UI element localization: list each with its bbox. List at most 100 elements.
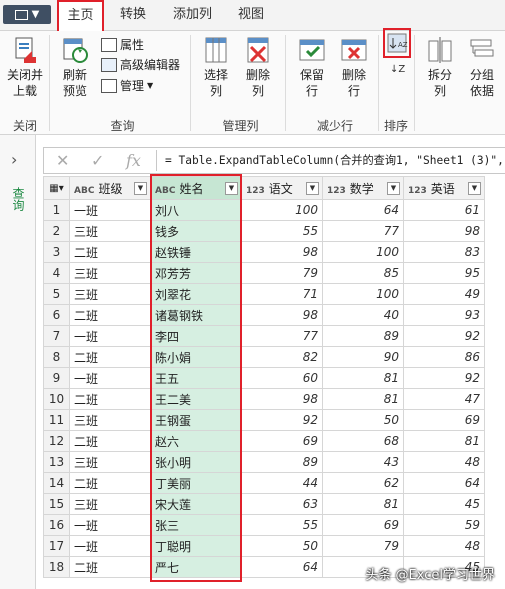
cell-class[interactable]: 一班 xyxy=(69,367,151,389)
cell-math[interactable]: 77 xyxy=(322,220,404,242)
table-row[interactable]: 13 三班 张小明 89 43 48 xyxy=(43,451,485,473)
cell-chinese[interactable]: 69 xyxy=(241,430,323,452)
row-number[interactable]: 9 xyxy=(43,367,70,389)
remove-rows-button[interactable]: 删除 行 xyxy=(334,35,374,99)
cell-name[interactable]: 宋大莲 xyxy=(150,493,242,515)
queries-pane-label[interactable]: 查询 xyxy=(10,187,27,211)
cell-math[interactable]: 89 xyxy=(322,325,404,347)
cell-english[interactable]: 45 xyxy=(403,493,485,515)
cell-name[interactable]: 王二美 xyxy=(150,388,242,410)
table-row[interactable]: 14 二班 丁美丽 44 62 64 xyxy=(43,472,485,494)
group-by-button[interactable]: 分组 依据 xyxy=(462,35,502,99)
cell-chinese[interactable]: 44 xyxy=(241,472,323,494)
table-row[interactable]: 2 三班 钱多 55 77 98 xyxy=(43,220,485,242)
cell-english[interactable]: 69 xyxy=(403,409,485,431)
table-row[interactable]: 5 三班 刘翠花 71 100 49 xyxy=(43,283,485,305)
cell-math[interactable]: 50 xyxy=(322,409,404,431)
table-row[interactable]: 12 二班 赵六 69 68 81 xyxy=(43,430,485,452)
cell-math[interactable]: 81 xyxy=(322,388,404,410)
cell-name[interactable]: 王钢蛋 xyxy=(150,409,242,431)
cell-math[interactable]: 64 xyxy=(322,199,404,221)
table-row[interactable]: 15 三班 宋大莲 63 81 45 xyxy=(43,493,485,515)
cell-class[interactable]: 三班 xyxy=(69,451,151,473)
row-number[interactable]: 12 xyxy=(43,430,70,452)
cell-chinese[interactable]: 92 xyxy=(241,409,323,431)
table-row[interactable]: 10 二班 王二美 98 81 47 xyxy=(43,388,485,410)
cell-english[interactable]: 92 xyxy=(403,325,485,347)
cell-name[interactable]: 诸葛钢铁 xyxy=(150,304,242,326)
cell-class[interactable]: 一班 xyxy=(69,535,151,557)
cell-math[interactable]: 85 xyxy=(322,262,404,284)
filter-dropdown-icon[interactable]: ▼ xyxy=(134,182,147,195)
cell-chinese[interactable]: 77 xyxy=(241,325,323,347)
cell-chinese[interactable]: 79 xyxy=(241,262,323,284)
row-number[interactable]: 6 xyxy=(43,304,70,326)
cell-name[interactable]: 钱多 xyxy=(150,220,242,242)
cell-class[interactable]: 三班 xyxy=(69,220,151,242)
tab-view[interactable]: 视图 xyxy=(230,0,272,30)
cell-class[interactable]: 一班 xyxy=(69,325,151,347)
row-number[interactable]: 15 xyxy=(43,493,70,515)
column-header-chinese[interactable]: 123 语文 ▼ xyxy=(241,176,323,200)
cell-chinese[interactable]: 82 xyxy=(241,346,323,368)
cell-chinese[interactable]: 98 xyxy=(241,388,323,410)
cell-name[interactable]: 赵六 xyxy=(150,430,242,452)
row-number[interactable]: 16 xyxy=(43,514,70,536)
cell-math[interactable]: 40 xyxy=(322,304,404,326)
cell-math[interactable]: 81 xyxy=(322,367,404,389)
row-number[interactable]: 5 xyxy=(43,283,70,305)
table-row[interactable]: 4 三班 邓芳芳 79 85 95 xyxy=(43,262,485,284)
row-number[interactable]: 18 xyxy=(43,556,70,578)
column-header-english[interactable]: 123 英语 ▼ xyxy=(403,176,485,200)
refresh-preview-button[interactable]: 刷新 预览 xyxy=(55,35,95,99)
cell-english[interactable]: 81 xyxy=(403,430,485,452)
cell-name[interactable]: 张小明 xyxy=(150,451,242,473)
tab-add-column[interactable]: 添加列 xyxy=(165,0,220,30)
table-row[interactable]: 17 一班 丁聪明 50 79 48 xyxy=(43,535,485,557)
cell-english[interactable]: 98 xyxy=(403,220,485,242)
sort-ascending-button[interactable]: AZ xyxy=(383,28,411,58)
row-number[interactable]: 11 xyxy=(43,409,70,431)
cell-english[interactable]: 83 xyxy=(403,241,485,263)
confirm-formula-icon[interactable]: ✓ xyxy=(91,151,104,170)
cell-math[interactable]: 68 xyxy=(322,430,404,452)
cell-chinese[interactable]: 98 xyxy=(241,304,323,326)
cell-math[interactable]: 79 xyxy=(322,535,404,557)
cell-name[interactable]: 刘八 xyxy=(150,199,242,221)
table-row[interactable]: 3 二班 赵铁锤 98 100 83 xyxy=(43,241,485,263)
cell-english[interactable]: 59 xyxy=(403,514,485,536)
sort-descending-button[interactable]: ↓Z xyxy=(390,61,405,79)
remove-columns-button[interactable]: 删除 列 xyxy=(238,35,278,99)
cell-chinese[interactable]: 60 xyxy=(241,367,323,389)
cell-name[interactable]: 李四 xyxy=(150,325,242,347)
manage-button[interactable]: 管理 ▼ xyxy=(101,77,153,95)
cell-name[interactable]: 丁聪明 xyxy=(150,535,242,557)
cell-english[interactable]: 47 xyxy=(403,388,485,410)
cell-class[interactable]: 三班 xyxy=(69,283,151,305)
tab-home[interactable]: 主页 xyxy=(57,0,104,31)
cell-chinese[interactable]: 98 xyxy=(241,241,323,263)
cell-chinese[interactable]: 89 xyxy=(241,451,323,473)
cell-class[interactable]: 二班 xyxy=(69,346,151,368)
cell-name[interactable]: 刘翠花 xyxy=(150,283,242,305)
table-row[interactable]: 8 二班 陈小娟 82 90 86 xyxy=(43,346,485,368)
column-header-name[interactable]: ABC 姓名 ▼ xyxy=(150,176,242,200)
filter-dropdown-icon[interactable]: ▼ xyxy=(306,182,319,195)
cell-chinese[interactable]: 55 xyxy=(241,220,323,242)
cell-name[interactable]: 陈小娟 xyxy=(150,346,242,368)
keep-rows-button[interactable]: 保留 行 xyxy=(292,35,332,99)
cell-class[interactable]: 一班 xyxy=(69,514,151,536)
cell-english[interactable]: 48 xyxy=(403,535,485,557)
cell-name[interactable]: 邓芳芳 xyxy=(150,262,242,284)
table-row[interactable]: 16 一班 张三 55 69 59 xyxy=(43,514,485,536)
cell-name[interactable]: 严七 xyxy=(150,556,242,578)
cell-math[interactable]: 43 xyxy=(322,451,404,473)
cell-math[interactable]: 100 xyxy=(322,241,404,263)
cell-math[interactable]: 81 xyxy=(322,493,404,515)
table-row[interactable]: 1 一班 刘八 100 64 61 xyxy=(43,199,485,221)
cell-math[interactable]: 90 xyxy=(322,346,404,368)
formula-input[interactable]: = Table.ExpandTableColumn(合并的查询1, "Sheet… xyxy=(165,148,504,173)
cell-class[interactable]: 一班 xyxy=(69,199,151,221)
filter-dropdown-icon[interactable]: ▼ xyxy=(387,182,400,195)
cell-chinese[interactable]: 50 xyxy=(241,535,323,557)
